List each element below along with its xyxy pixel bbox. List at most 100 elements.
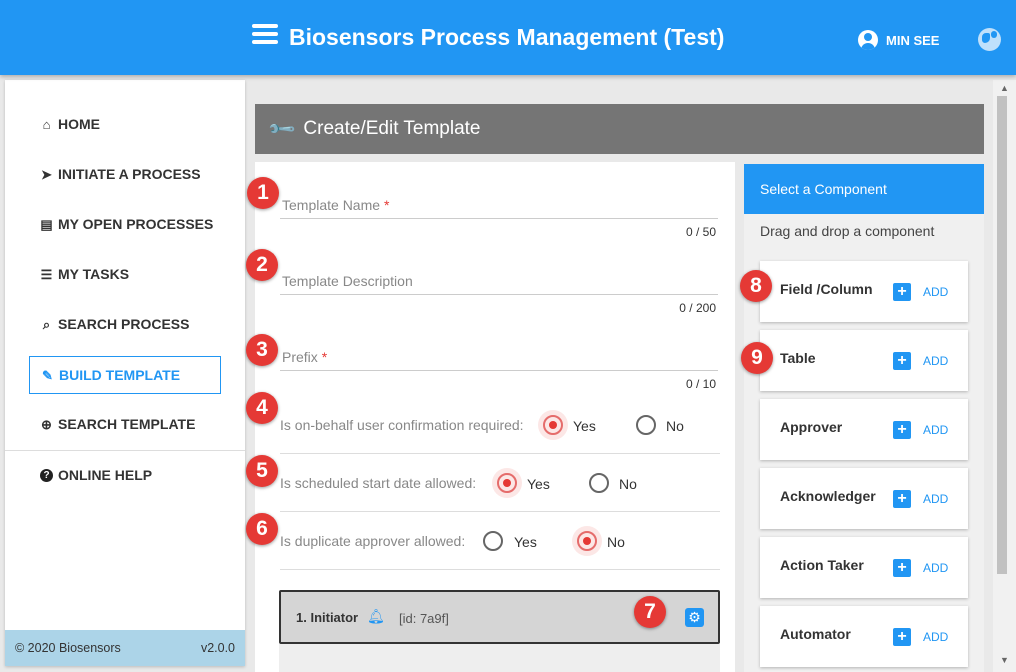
zoom-icon: ⊕ [41, 416, 52, 432]
step-badge: 4 [246, 392, 278, 424]
component-card-automator[interactable]: Automator + ADD [760, 606, 968, 667]
sidebar-item-my-tasks[interactable]: ☰ MY TASKS [29, 255, 221, 293]
sidebar-item-label: SEARCH PROCESS [58, 316, 190, 332]
component-name: Approver [780, 419, 843, 435]
initiator-title: 1. Initiator [296, 610, 359, 625]
version-text: v2.0.0 [200, 641, 235, 655]
wrench-icon: 🔧 [266, 113, 297, 144]
add-button[interactable]: ADD [923, 630, 948, 644]
page-title-bar: 🔧 Create/Edit Template [255, 104, 984, 154]
onbehalf-confirmation-row: Is on-behalf user confirmation required:… [280, 396, 720, 454]
component-name: Acknowledger [780, 488, 876, 504]
question-label: Is scheduled start date allowed: [280, 475, 477, 491]
globe-icon[interactable] [978, 28, 1001, 51]
initiator-step-body [279, 644, 720, 672]
sidebar-item-label: INITIATE A PROCESS [58, 166, 201, 182]
help-icon: ? [40, 468, 53, 482]
sidebar-item-home[interactable]: ⌂ HOME [29, 105, 221, 143]
template-name-field[interactable]: Template Name * [280, 197, 718, 219]
field-label: Template Name * [282, 197, 389, 213]
prefix-field[interactable]: Prefix * [280, 349, 718, 371]
component-name: Action Taker [780, 557, 864, 573]
component-name: Table [780, 350, 816, 366]
component-panel-title: Select a Component [744, 164, 984, 214]
add-button[interactable]: ADD [923, 354, 948, 368]
radio-no[interactable] [572, 526, 602, 556]
question-label: Is on-behalf user confirmation required: [280, 417, 524, 433]
sidebar-item-search-process[interactable]: ⌕ SEARCH PROCESS [29, 305, 221, 343]
bell-icon[interactable]: 🔔︎ [367, 608, 385, 625]
radio-no[interactable] [636, 415, 656, 435]
sidebar-item-online-help[interactable]: ? ONLINE HELP [29, 456, 221, 494]
plus-icon[interactable]: + [893, 352, 911, 370]
scroll-thumb[interactable] [997, 96, 1007, 574]
radio-yes[interactable] [538, 410, 568, 440]
field-label: Prefix * [282, 349, 327, 365]
step-badge: 3 [246, 334, 278, 366]
required-mark: * [383, 197, 390, 213]
sidebar-item-initiate-process[interactable]: ➤ INITIATE A PROCESS [29, 155, 221, 193]
sidebar-item-build-template[interactable]: ✎ BUILD TEMPLATE [29, 356, 221, 394]
radio-yes-label: Yes [514, 534, 537, 550]
component-card-table[interactable]: Table + ADD [760, 330, 968, 391]
component-panel-subtitle: Drag and drop a component [760, 223, 935, 239]
step-badge: 9 [741, 342, 773, 374]
menu-icon[interactable] [252, 24, 278, 48]
component-card-field-column[interactable]: Field /Column + ADD [760, 261, 968, 322]
list-icon: ☰ [40, 266, 53, 282]
sidebar-item-my-open-processes[interactable]: ▤ MY OPEN PROCESSES [29, 205, 221, 243]
radio-no-label: No [619, 476, 637, 492]
step-badge: 8 [740, 270, 772, 302]
step-badge: 7 [634, 596, 666, 628]
gear-icon[interactable]: ⚙ [685, 608, 704, 627]
radio-no-label: No [607, 534, 625, 550]
plus-icon[interactable]: + [893, 559, 911, 577]
field-placeholder: Prefix [282, 349, 318, 365]
page-title: Create/Edit Template [303, 118, 481, 139]
radio-no-label: No [666, 418, 684, 434]
field-placeholder: Template Description [282, 273, 413, 289]
component-card-approver[interactable]: Approver + ADD [760, 399, 968, 460]
component-card-acknowledger[interactable]: Acknowledger + ADD [760, 468, 968, 529]
step-badge: 6 [246, 513, 278, 545]
radio-yes[interactable] [492, 468, 522, 498]
plus-icon[interactable]: + [893, 421, 911, 439]
component-name: Automator [780, 626, 851, 642]
char-counter: 0 / 50 [685, 225, 716, 239]
sidebar-item-label: MY TASKS [58, 266, 130, 282]
add-button[interactable]: ADD [923, 492, 948, 506]
field-placeholder: Template Name [282, 197, 381, 213]
chevron-icon: ➤ [41, 166, 52, 182]
add-button[interactable]: ADD [923, 561, 948, 575]
user-name-button[interactable]: MIN SEE [886, 33, 939, 48]
step-badge: 1 [247, 177, 279, 209]
initiator-id: [id: 7a9f] [399, 611, 449, 626]
char-counter: 0 / 10 [685, 377, 716, 391]
home-icon: ⌂ [42, 116, 51, 132]
radio-yes[interactable] [483, 531, 503, 551]
radio-no[interactable] [589, 473, 609, 493]
page-scrollbar[interactable]: ▲ ▼ [993, 80, 1016, 672]
component-card-action-taker[interactable]: Action Taker + ADD [760, 537, 968, 598]
char-counter: 0 / 200 [679, 301, 716, 315]
required-mark: * [321, 349, 328, 365]
search-icon: ⌕ [42, 316, 51, 332]
wrench-icon: ✎ [42, 367, 53, 383]
plus-icon[interactable]: + [893, 490, 911, 508]
plus-icon[interactable]: + [893, 628, 911, 646]
add-button[interactable]: ADD [923, 423, 948, 437]
sidebar-item-label: BUILD TEMPLATE [59, 367, 181, 383]
scroll-down-icon[interactable]: ▼ [1000, 655, 1009, 665]
plus-icon[interactable]: + [893, 283, 911, 301]
step-badge: 2 [246, 249, 278, 281]
scroll-up-icon[interactable]: ▲ [1000, 83, 1009, 93]
template-description-field[interactable]: Template Description [280, 273, 718, 295]
scheduled-start-row: Is scheduled start date allowed: Yes No [280, 454, 720, 512]
radio-yes-label: Yes [527, 476, 550, 492]
sidebar-item-label: SEARCH TEMPLATE [58, 416, 196, 432]
sidebar: ⌂ HOME ➤ INITIATE A PROCESS ▤ MY OPEN PR… [5, 80, 245, 666]
add-button[interactable]: ADD [923, 285, 948, 299]
sidebar-item-search-template[interactable]: ⊕ SEARCH TEMPLATE [29, 405, 221, 443]
sidebar-footer: © 2020 Biosensors v2.0.0 [5, 630, 245, 666]
account-icon[interactable] [858, 30, 878, 50]
